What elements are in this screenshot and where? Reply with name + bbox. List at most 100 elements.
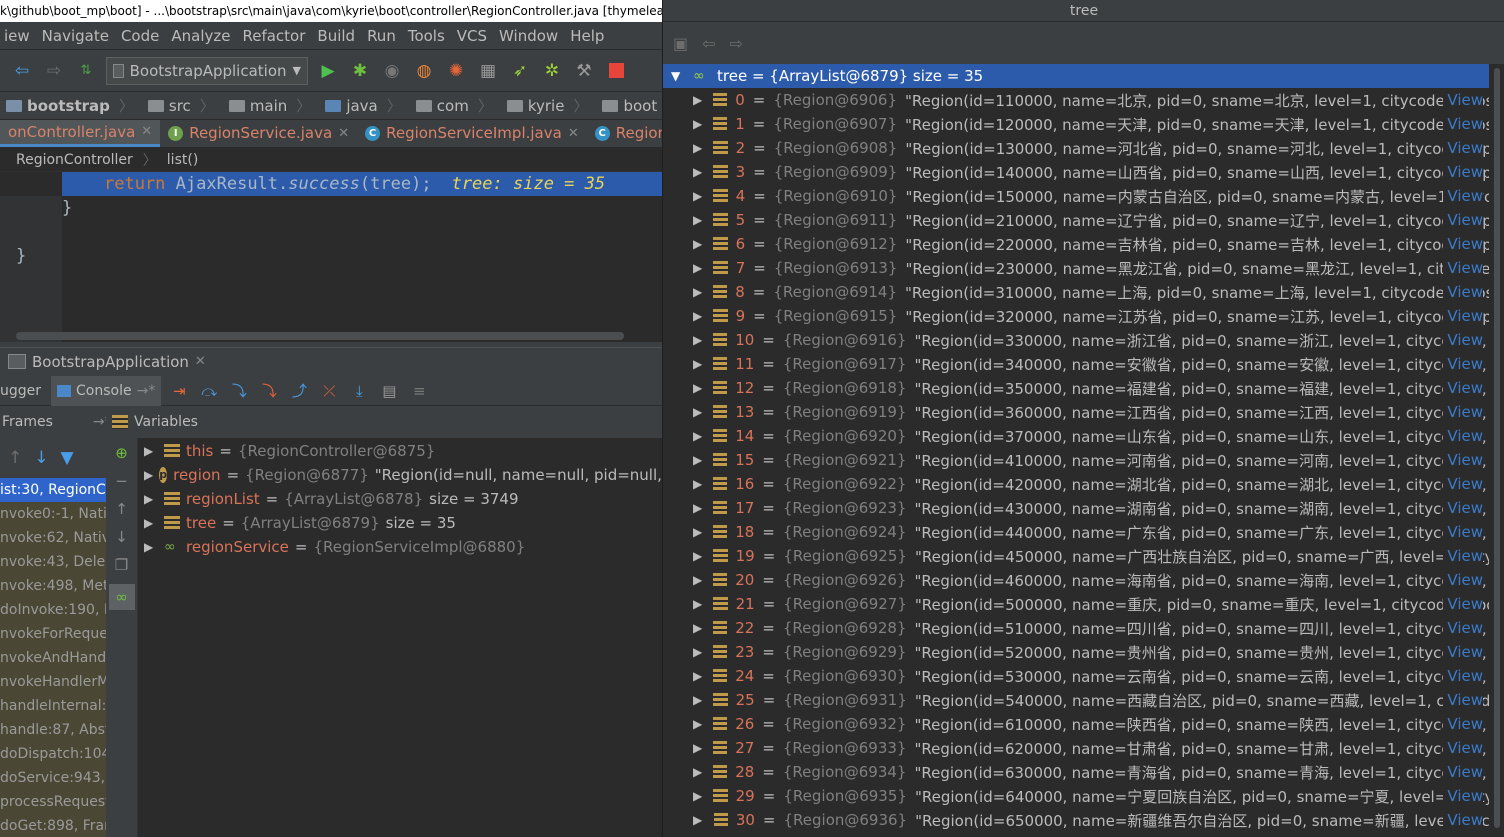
breadcrumb-main[interactable]: main 〉: [223, 95, 320, 116]
view-link[interactable]: View: [1443, 208, 1483, 232]
menu-vcs[interactable]: VCS: [449, 27, 495, 45]
tree-item[interactable]: ▶ 15 = {Region@6921} "Region(id=410000, name…: [663, 448, 1489, 472]
frame-item[interactable]: nvokeAndHand: [0, 646, 106, 670]
profile-icon[interactable]: ◍: [412, 59, 436, 83]
collapse-arrow-icon[interactable]: ▼: [671, 69, 685, 83]
menu-view[interactable]: iew: [0, 27, 38, 45]
breadcrumb-src[interactable]: src 〉: [142, 95, 223, 116]
tree-item[interactable]: ▶ 29 = {Region@6935} "Region(id=640000, name…: [663, 784, 1489, 808]
menu-code[interactable]: Code: [113, 27, 167, 45]
view-link[interactable]: View: [1443, 784, 1483, 808]
tree-item[interactable]: ▶ 4 = {Region@6910} "Region(id=150000, name=…: [663, 184, 1489, 208]
tree-item[interactable]: ▶ 10 = {Region@6916} "Region(id=330000, name…: [663, 328, 1489, 352]
tree-item[interactable]: ▶ 14 = {Region@6920} "Region(id=370000, name…: [663, 424, 1489, 448]
expand-arrow-icon[interactable]: ▶: [693, 477, 705, 491]
stop-icon[interactable]: [604, 59, 628, 83]
breadcrumb-com[interactable]: com 〉: [410, 95, 501, 116]
expand-arrow-icon[interactable]: ▶: [693, 813, 706, 827]
drop-frame-icon[interactable]: ⤫: [317, 379, 341, 403]
variable-row[interactable]: ▶ p region = {Region@6877} "Region(id=nul…: [138, 463, 662, 487]
frame-item[interactable]: doService:943, D: [0, 766, 106, 790]
arrow-down-icon[interactable]: ↓: [34, 448, 48, 468]
expand-arrow-icon[interactable]: ▶: [693, 645, 705, 659]
menu-build[interactable]: Build: [309, 27, 363, 45]
frame-item[interactable]: processRequest:: [0, 790, 106, 814]
tree-item[interactable]: ▶ 7 = {Region@6913} "Region(id=230000, name=…: [663, 256, 1489, 280]
expand-arrow-icon[interactable]: ▶: [693, 237, 705, 251]
view-link[interactable]: View: [1443, 280, 1483, 304]
breadcrumb-bootstrap[interactable]: bootstrap 〉: [0, 95, 142, 116]
menu-refactor[interactable]: Refactor: [234, 27, 313, 45]
breadcrumb-java[interactable]: java 〉: [319, 95, 409, 116]
tree-item[interactable]: ▶ 3 = {Region@6909} "Region(id=140000, name=…: [663, 160, 1489, 184]
expand-arrow-icon[interactable]: ▶: [693, 141, 705, 155]
frame-item[interactable]: nvokeHandlerM: [0, 670, 106, 694]
view-link[interactable]: View: [1443, 712, 1483, 736]
debug-icon[interactable]: ✱: [348, 59, 372, 83]
step-out-icon[interactable]: ⤴: [287, 379, 311, 403]
coverage-icon[interactable]: ◉: [380, 59, 404, 83]
back-icon[interactable]: ⇦: [702, 34, 715, 53]
show-watches-icon[interactable]: ∞: [108, 584, 135, 610]
tab-console[interactable]: Console →*: [51, 375, 162, 406]
expand-arrow-icon[interactable]: ▶: [693, 597, 705, 611]
expand-arrow-icon[interactable]: ▶: [693, 117, 705, 131]
tree-item[interactable]: ▶ 17 = {Region@6923} "Region(id=430000, name…: [663, 496, 1489, 520]
frame-item[interactable]: nvoke:62, Native: [0, 526, 106, 550]
close-icon[interactable]: ✕: [338, 126, 349, 141]
view-link[interactable]: View: [1443, 88, 1483, 112]
expand-arrow-icon[interactable]: ▶: [693, 405, 705, 419]
view-link[interactable]: View: [1443, 376, 1483, 400]
debug-session-tab[interactable]: BootstrapApplication: [32, 353, 189, 371]
variable-row[interactable]: ▶ ∞ regionService = {RegionServiceImpl@68…: [138, 535, 662, 559]
tree-root-row[interactable]: ▼ ∞ tree = {ArrayList@6879} size = 35: [663, 64, 1489, 88]
view-link[interactable]: View: [1443, 664, 1483, 688]
expand-arrow-icon[interactable]: ▶: [693, 309, 705, 323]
expand-arrow-icon[interactable]: ▶: [144, 492, 158, 506]
expand-arrow-icon[interactable]: ▶: [693, 189, 705, 203]
view-link[interactable]: View: [1443, 568, 1483, 592]
expand-arrow-icon[interactable]: ▶: [693, 741, 705, 755]
breadcrumb-kyrie[interactable]: kyrie 〉: [501, 95, 597, 116]
tab-regioncontroller[interactable]: onController.java ✕: [0, 120, 161, 147]
arrow-up-icon[interactable]: ↑: [8, 448, 22, 468]
close-icon[interactable]: ✕: [568, 126, 579, 141]
run-icon[interactable]: ▶: [316, 59, 340, 83]
tree-item[interactable]: ▶ 9 = {Region@6915} "Region(id=320000, name=…: [663, 304, 1489, 328]
tree-item[interactable]: ▶ 19 = {Region@6925} "Region(id=450000, name…: [663, 544, 1489, 568]
view-link[interactable]: View: [1443, 472, 1483, 496]
expand-arrow-icon[interactable]: ▶: [693, 357, 705, 371]
view-link[interactable]: View: [1443, 112, 1483, 136]
tree-item[interactable]: ▶ 22 = {Region@6928} "Region(id=510000, name…: [663, 616, 1489, 640]
expand-arrow-icon[interactable]: ▶: [693, 693, 705, 707]
code-editor[interactable]: return AjaxResult.success(tree); tree: s…: [0, 172, 662, 342]
variable-row[interactable]: ▶ this = {RegionController@6875}: [138, 439, 662, 463]
frame-item[interactable]: nvoke:43, Deleg: [0, 550, 106, 574]
tree-item[interactable]: ▶ 5 = {Region@6911} "Region(id=210000, name=…: [663, 208, 1489, 232]
jrebel-debug-icon[interactable]: ✲: [540, 59, 564, 83]
add-watch-icon[interactable]: ⊕: [115, 444, 128, 462]
frame-item[interactable]: doInvoke:190, In: [0, 598, 106, 622]
view-link[interactable]: View: [1443, 256, 1483, 280]
attach-icon[interactable]: ▦: [476, 59, 500, 83]
menu-help[interactable]: Help: [562, 27, 612, 45]
hammer-icon[interactable]: ⚒: [572, 59, 596, 83]
tree-item[interactable]: ▶ 6 = {Region@6912} "Region(id=220000, name=…: [663, 232, 1489, 256]
variable-row[interactable]: ▶ tree = {ArrayList@6879} size = 35: [138, 511, 662, 535]
step-over-icon[interactable]: ⤼: [197, 379, 221, 403]
view-link[interactable]: View: [1443, 328, 1483, 352]
view-link[interactable]: View: [1443, 232, 1483, 256]
view-link[interactable]: View: [1443, 352, 1483, 376]
variable-row[interactable]: ▶ regionList = {ArrayList@6878} size = 37…: [138, 487, 662, 511]
tree-item[interactable]: ▶ 25 = {Region@6931} "Region(id=540000, name…: [663, 688, 1489, 712]
menu-tools[interactable]: Tools: [400, 27, 453, 45]
expand-arrow-icon[interactable]: ▶: [693, 285, 705, 299]
close-icon[interactable]: ✕: [195, 354, 206, 369]
frame-item[interactable]: doDispatch:1040: [0, 742, 106, 766]
tab-regionservice[interactable]: I RegionService.java ✕: [160, 120, 357, 147]
vertical-scrollbar[interactable]: [1489, 64, 1504, 837]
tree-item[interactable]: ▶ 11 = {Region@6917} "Region(id=340000, name…: [663, 352, 1489, 376]
expand-arrow-icon[interactable]: ▶: [693, 669, 705, 683]
frame-item[interactable]: handle:87, Abstr: [0, 718, 106, 742]
expand-arrow-icon[interactable]: ▶: [693, 789, 705, 803]
